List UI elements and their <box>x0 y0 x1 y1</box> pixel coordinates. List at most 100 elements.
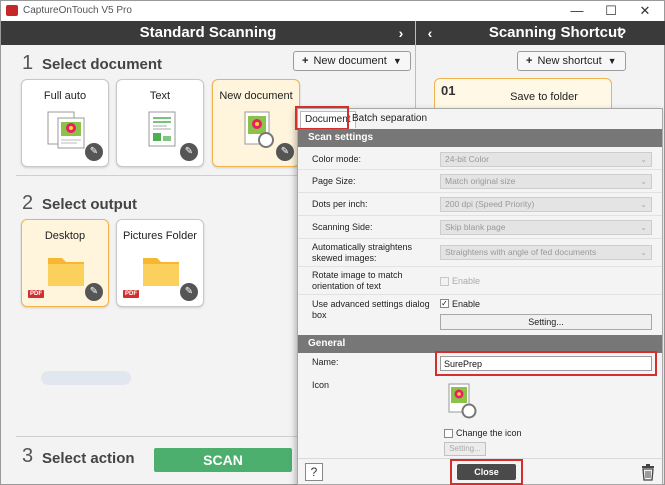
new-document-button[interactable]: + New document ▼ <box>293 51 411 71</box>
setting-row: Scanning Side: Skip blank page ⌄ <box>298 216 662 239</box>
folder-icon <box>143 258 179 286</box>
title-bar: CaptureOnTouch V5 Pro — ☐ ✕ <box>1 1 664 21</box>
setting-row: Dots per inch: 200 dpi (Speed Priority) ⌄ <box>298 193 662 216</box>
trash-icon[interactable] <box>641 463 655 481</box>
dialog-tabbar: Document Batch separation <box>298 109 662 128</box>
chevron-left-icon[interactable]: ‹ <box>420 21 440 45</box>
shortcut-label: Save to folder <box>510 91 578 103</box>
chevron-down-icon: ⌄ <box>640 177 647 186</box>
new-shortcut-button[interactable]: + New shortcut ▼ <box>517 51 626 71</box>
new-shortcut-label: New shortcut <box>537 55 602 67</box>
panel-title: Standard Scanning <box>139 24 277 41</box>
plus-icon: + <box>302 55 309 67</box>
section-title: Select action <box>42 450 135 467</box>
section-number: 2 <box>22 192 34 214</box>
advanced-enable-label: Enable <box>452 299 481 309</box>
close-window-button[interactable]: ✕ <box>629 2 661 20</box>
output-tile-desktop[interactable]: Desktop PDF ✎ <box>21 219 109 307</box>
rotate-enable-label: Enable <box>452 276 481 286</box>
name-label: Name: <box>312 357 339 367</box>
edit-pencil-icon[interactable]: ✎ <box>180 283 198 301</box>
faded-placeholder <box>41 371 131 385</box>
scanning-side-select[interactable]: Skip blank page ⌄ <box>440 220 652 235</box>
app-logo-icon <box>6 5 18 16</box>
document-tile-full-auto[interactable]: Full auto ✎ <box>21 79 109 167</box>
help-icon[interactable]: ? <box>612 21 632 45</box>
page-size-label: Page Size: <box>312 176 356 186</box>
highlight-box <box>450 459 523 485</box>
standard-scanning-header: Standard Scanning › <box>1 21 415 45</box>
edit-pencil-icon[interactable]: ✎ <box>276 143 294 161</box>
color-mode-select[interactable]: 24-bit Color ⌄ <box>440 152 652 167</box>
chevron-down-icon: ⌄ <box>640 248 647 257</box>
scan-button[interactable]: SCAN <box>154 448 292 472</box>
photo-document-icon <box>244 111 274 148</box>
section-number: 3 <box>22 445 34 467</box>
chevron-right-icon[interactable]: › <box>391 21 411 45</box>
setting-row: Rotate image to match orientation of tex… <box>298 267 662 295</box>
window-title: CaptureOnTouch V5 Pro <box>23 5 132 16</box>
color-mode-label: Color mode: <box>312 154 362 164</box>
edit-pencil-icon[interactable]: ✎ <box>85 143 103 161</box>
pdf-badge: PDF <box>28 290 44 298</box>
chevron-down-icon: ⌄ <box>640 200 647 209</box>
select-value: 24-bit Color <box>445 154 489 164</box>
output-tile-pictures-folder[interactable]: Pictures Folder PDF ✎ <box>116 219 204 307</box>
document-tile-new-document[interactable]: New document ✎ <box>212 79 300 167</box>
tab-batch-separation[interactable]: Batch separation <box>348 111 431 128</box>
icon-setting-button[interactable]: Setting... <box>444 442 486 456</box>
shortcut-number: 01 <box>441 83 456 98</box>
tile-label: Desktop <box>44 230 86 242</box>
caret-down-icon: ▼ <box>392 56 402 66</box>
panel-title: Scanning Shortcut <box>488 24 623 41</box>
setting-row: Page Size: Match original size ⌄ <box>298 170 662 193</box>
pdf-badge: PDF <box>123 290 139 298</box>
dpi-label: Dots per inch: <box>312 199 368 209</box>
edit-pencil-icon[interactable]: ✎ <box>180 143 198 161</box>
select-value: Straightens with angle of fed documents <box>445 247 597 257</box>
photo-document-icon <box>47 111 85 149</box>
select-value: Match original size <box>445 176 516 186</box>
plus-icon: + <box>526 55 533 67</box>
setting-row: Use advanced settings dialog box ✓ Enabl… <box>298 295 662 333</box>
highlight-box <box>295 106 349 130</box>
edit-pencil-icon[interactable]: ✎ <box>85 283 103 301</box>
highlight-box <box>435 351 657 376</box>
caret-down-icon: ▼ <box>607 56 617 66</box>
section-number: 1 <box>22 52 34 74</box>
setting-row: Automatically straightens skewed images:… <box>298 239 662 267</box>
maximize-button[interactable]: ☐ <box>595 2 627 20</box>
help-button[interactable]: ? <box>305 463 323 481</box>
advanced-enable-checkbox[interactable]: ✓ <box>440 299 449 308</box>
text-document-icon <box>148 111 176 147</box>
section-title: Select document <box>42 56 163 73</box>
minimize-button[interactable]: — <box>561 2 593 20</box>
rotate-enable-checkbox[interactable] <box>440 277 449 286</box>
page-size-select[interactable]: Match original size ⌄ <box>440 174 652 189</box>
tile-label: Full auto <box>43 90 87 102</box>
section-title: Select output <box>42 196 138 213</box>
straighten-select[interactable]: Straightens with angle of fed documents ⌄ <box>440 245 652 260</box>
select-value: 200 dpi (Speed Priority) <box>445 199 535 209</box>
straighten-label: Automatically straightens skewed images: <box>312 242 413 263</box>
tile-label: Text <box>149 90 171 102</box>
document-tile-text[interactable]: Text ✎ <box>116 79 204 167</box>
scan-settings-header: Scan settings <box>298 129 662 147</box>
tile-label: New document <box>219 90 293 102</box>
chevron-down-icon: ⌄ <box>640 155 647 164</box>
app-window: CaptureOnTouch V5 Pro — ☐ ✕ Standard Sca… <box>0 0 665 485</box>
advanced-setting-button[interactable]: Setting... <box>440 314 652 330</box>
change-icon-label: Change the icon <box>456 428 522 438</box>
chevron-down-icon: ⌄ <box>640 223 647 232</box>
select-value: Skip blank page <box>445 222 506 232</box>
document-settings-dialog: Document Batch separation Scan settings … <box>295 106 663 485</box>
dpi-select[interactable]: 200 dpi (Speed Priority) ⌄ <box>440 197 652 212</box>
icon-label: Icon <box>312 380 330 390</box>
tile-label: Pictures Folder <box>123 230 197 242</box>
scanning-side-label: Scanning Side: <box>312 222 373 232</box>
photo-document-icon <box>448 383 477 419</box>
scanning-shortcut-header: ‹ Scanning Shortcut ? <box>416 21 665 45</box>
change-icon-checkbox[interactable] <box>444 429 453 438</box>
setting-row: Color mode: 24-bit Color ⌄ <box>298 148 662 170</box>
advanced-dialog-label: Use advanced settings dialog box <box>312 299 430 320</box>
